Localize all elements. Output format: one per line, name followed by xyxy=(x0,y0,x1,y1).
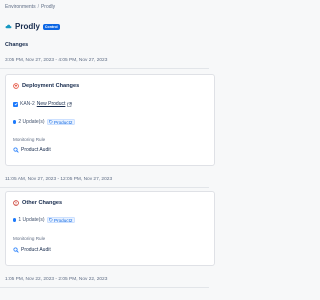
updates-row: 2 Update(s) Product2 xyxy=(13,119,75,125)
page-title: Prodly xyxy=(15,22,40,31)
cloud-icon xyxy=(5,24,12,29)
card-title: Deployment Changes xyxy=(22,83,80,89)
deployment-icon xyxy=(13,83,19,89)
object-chip[interactable]: Product2 xyxy=(46,119,75,125)
card-title: Other Changes xyxy=(22,200,63,206)
monitoring-rule[interactable]: Product Audit xyxy=(13,247,51,253)
tag-icon xyxy=(49,120,53,124)
card-title-row: Other Changes xyxy=(13,200,62,206)
updates-count: 1 Update(s) xyxy=(18,217,45,223)
section-heading: Changes xyxy=(5,42,29,48)
external-link-icon[interactable] xyxy=(67,101,73,107)
time-range: 1:05 PM, Nov 22, 2023 - 2:05 PM, Nov 22,… xyxy=(5,277,108,282)
breadcrumb-separator: / xyxy=(37,4,39,10)
tag-icon xyxy=(49,218,53,222)
search-icon xyxy=(13,247,19,253)
time-range: 11:05 AM, Nov 27, 2023 - 12:05 PM, Nov 2… xyxy=(5,177,113,182)
time-range: 3:05 PM, Nov 27, 2023 - 4:05 PM, Nov 27,… xyxy=(5,58,108,63)
divider xyxy=(0,187,209,188)
monitoring-rule-name: Product Audit xyxy=(21,147,51,153)
change-card-other[interactable]: Other Changes 1 Update(s) Product2 Monit… xyxy=(5,191,215,266)
breadcrumb-environments[interactable]: Environments xyxy=(5,4,36,10)
monitoring-rule-label: Monitoring Rule xyxy=(13,137,46,142)
environment-badge: Control xyxy=(42,23,60,30)
checkbox-icon[interactable] xyxy=(13,101,18,107)
divider xyxy=(0,68,209,69)
change-card-deployment[interactable]: Deployment Changes KAN-2 New Product 2 U… xyxy=(5,74,215,166)
updates-count: 2 Update(s) xyxy=(18,119,45,125)
issue-link[interactable]: New Product xyxy=(37,101,66,107)
object-chip-label: Product2 xyxy=(54,119,73,125)
breadcrumb: Environments / Prodly xyxy=(5,4,55,10)
object-chip-label: Product2 xyxy=(54,217,73,223)
divider xyxy=(0,287,209,288)
status-dot-icon xyxy=(13,218,17,222)
status-dot-icon xyxy=(13,120,17,124)
warning-circle-icon xyxy=(13,200,19,206)
monitoring-rule-name: Product Audit xyxy=(21,247,51,253)
monitoring-rule[interactable]: Product Audit xyxy=(13,147,51,153)
breadcrumb-prodly[interactable]: Prodly xyxy=(41,4,55,10)
issue-key: KAN-2 xyxy=(20,101,35,107)
monitoring-rule-label: Monitoring Rule xyxy=(13,236,46,241)
card-title-row: Deployment Changes xyxy=(13,83,79,89)
updates-row: 1 Update(s) Product2 xyxy=(13,217,75,223)
object-chip[interactable]: Product2 xyxy=(46,217,75,223)
issue-row: KAN-2 New Product xyxy=(13,101,73,107)
page-header: Prodly Control xyxy=(5,22,60,31)
search-icon xyxy=(13,147,19,153)
